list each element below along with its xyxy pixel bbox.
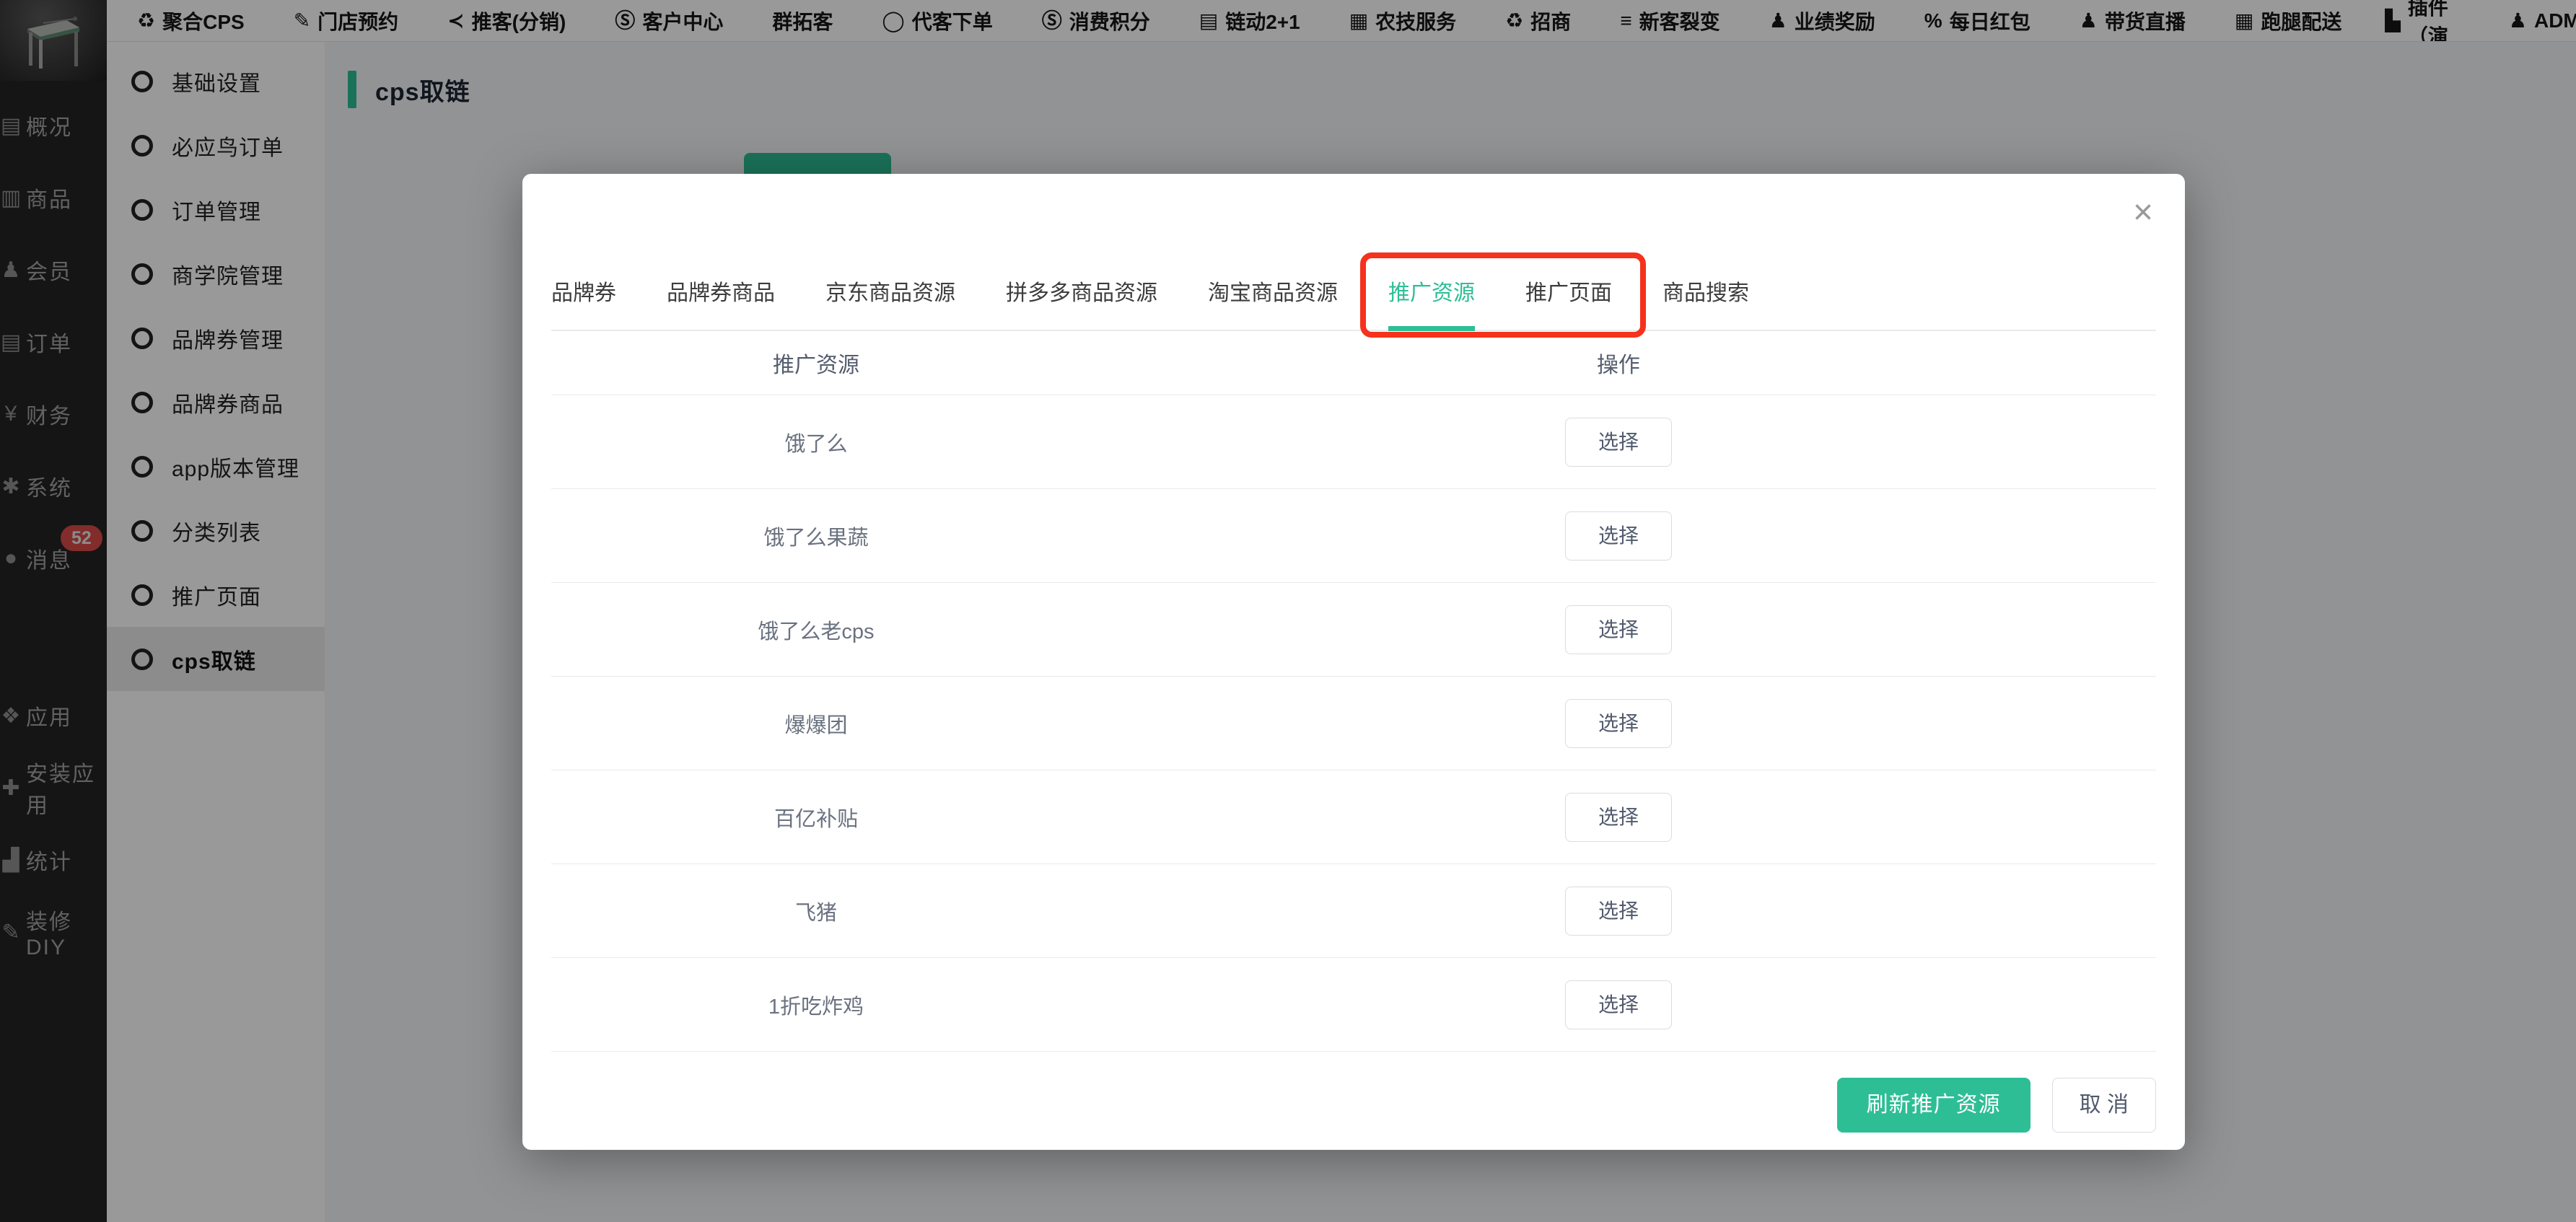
resource-name: 饿了么老cps xyxy=(551,615,1081,645)
resource-table: 推广资源 操作 饿了么 选择 饿了么果蔬 选择 xyxy=(551,331,2156,1052)
select-button[interactable]: 选择 xyxy=(1565,887,1672,936)
table-body: 饿了么 选择 饿了么果蔬 选择 饿了么老cps 选择 xyxy=(551,395,2156,1051)
table-row: 百亿补贴 选择 xyxy=(551,770,2156,863)
select-button[interactable]: 选择 xyxy=(1565,980,1672,1029)
modal-tab[interactable]: 商品搜索 xyxy=(1662,275,1749,330)
modal-tab[interactable]: 京东商品资源 xyxy=(825,275,955,330)
table-row: 爆爆团 选择 xyxy=(551,676,2156,770)
resource-name: 飞猪 xyxy=(551,896,1081,926)
modal-tab[interactable]: 推广资源 xyxy=(1388,275,1475,330)
refresh-resources-button[interactable]: 刷新推广资源 xyxy=(1837,1078,2030,1133)
select-resource-modal: × 品牌券 品牌券商品 京东商品资源 拼多多商品资源 淘宝商品资源 推广资源 推… xyxy=(522,174,2185,1150)
modal-tab[interactable]: 淘宝商品资源 xyxy=(1208,275,1338,330)
table-row: 飞猪 选择 xyxy=(551,863,2156,957)
table-row: 饿了么果蔬 选择 xyxy=(551,488,2156,582)
modal-tab[interactable]: 品牌券商品 xyxy=(667,275,775,330)
resource-name: 饿了么果蔬 xyxy=(551,521,1081,551)
select-button[interactable]: 选择 xyxy=(1565,511,1672,561)
modal-tab[interactable]: 推广页面 xyxy=(1525,275,1612,330)
column-header-action: 操作 xyxy=(1081,347,2156,379)
table-header-row: 推广资源 操作 xyxy=(551,331,2156,395)
resource-name: 爆爆团 xyxy=(551,708,1081,739)
column-header-resource: 推广资源 xyxy=(551,347,1081,379)
table-row: 饿了么 选择 xyxy=(551,395,2156,488)
resource-name: 饿了么 xyxy=(551,427,1081,457)
table-row: 1折吃炸鸡 选择 xyxy=(551,957,2156,1051)
modal-tab[interactable]: 品牌券 xyxy=(551,275,616,330)
resource-name: 百亿补贴 xyxy=(551,802,1081,832)
select-button[interactable]: 选择 xyxy=(1565,605,1672,654)
table-bottom-divider xyxy=(551,1051,2156,1052)
close-icon[interactable]: × xyxy=(2133,195,2153,230)
resource-name: 1折吃炸鸡 xyxy=(551,990,1081,1020)
select-button[interactable]: 选择 xyxy=(1565,699,1672,748)
cancel-button[interactable]: 取 消 xyxy=(2052,1078,2156,1133)
modal-footer: 刷新推广资源 取 消 xyxy=(551,1078,2156,1133)
modal-tabs: 品牌券 品牌券商品 京东商品资源 拼多多商品资源 淘宝商品资源 推广资源 推广页… xyxy=(551,275,2156,331)
table-row: 饿了么老cps 选择 xyxy=(551,582,2156,676)
select-button[interactable]: 选择 xyxy=(1565,418,1672,467)
modal-tab[interactable]: 拼多多商品资源 xyxy=(1006,275,1157,330)
select-button[interactable]: 选择 xyxy=(1565,793,1672,842)
